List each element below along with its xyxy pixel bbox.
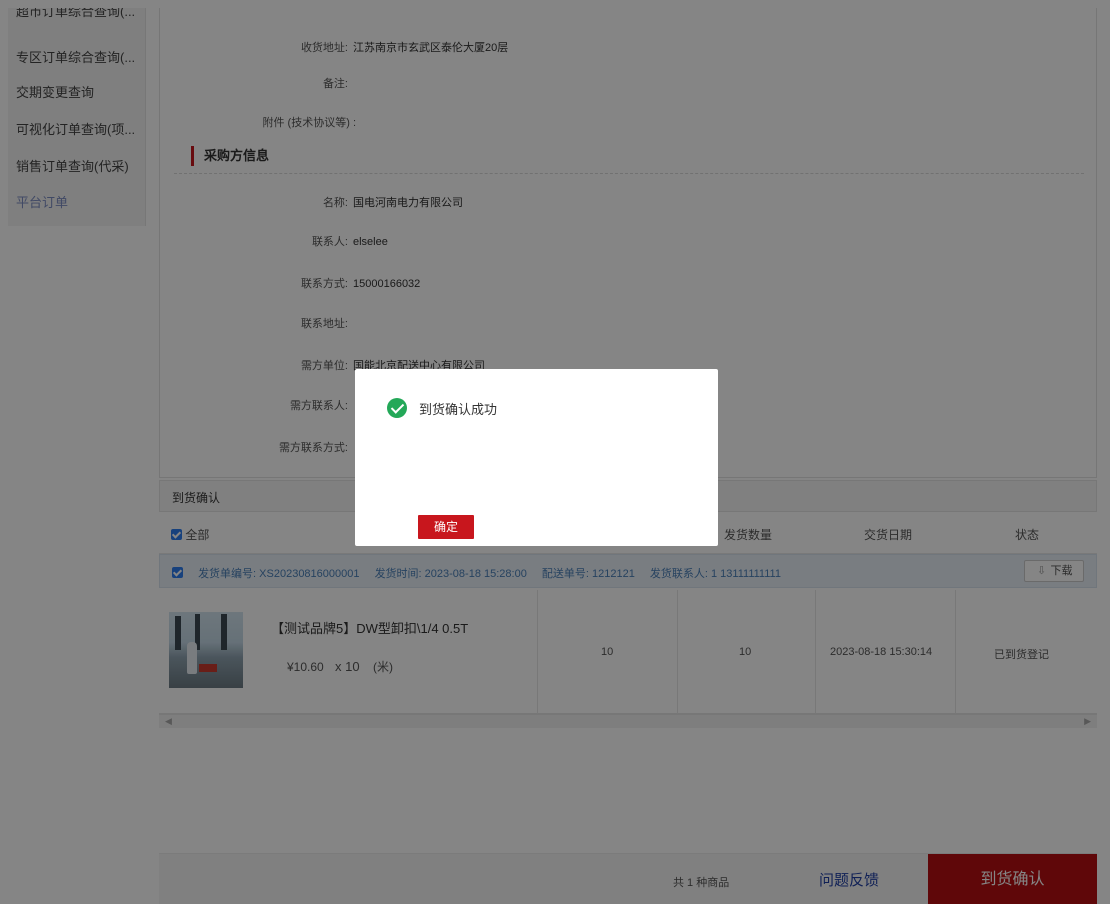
- success-dialog: 到货确认成功 确定: [355, 369, 718, 546]
- dialog-message: 到货确认成功: [419, 402, 498, 417]
- modal-overlay: 到货确认成功 确定: [0, 0, 1110, 904]
- ok-button[interactable]: 确定: [418, 515, 474, 539]
- check-circle-icon: [387, 398, 407, 418]
